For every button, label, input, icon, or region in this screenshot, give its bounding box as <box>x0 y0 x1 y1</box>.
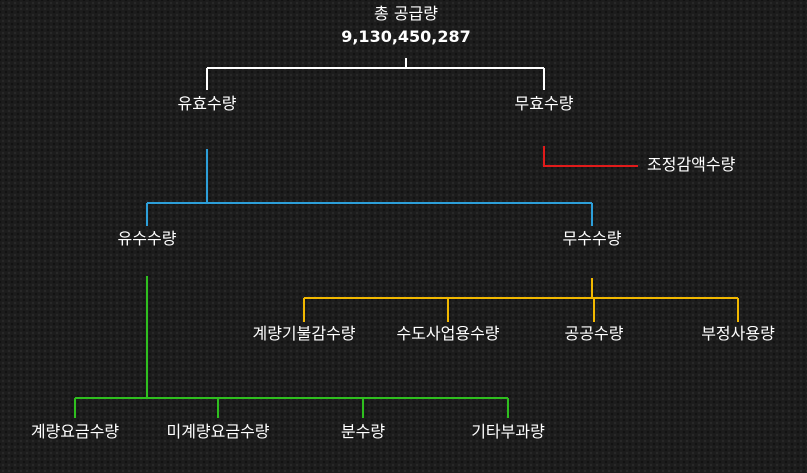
non-revenue-water-node: 무효수량 <box>514 94 574 113</box>
unbilled-item-public-use: 공공수량 <box>564 324 624 343</box>
billed-item-unmetered: 미계량요금수량 <box>166 422 270 441</box>
unbilled-item-utility-use: 수도사업용수량 <box>396 324 500 343</box>
unbilled-connector <box>303 278 739 322</box>
billed-item-fountain: 분수량 <box>340 422 386 441</box>
root-connector <box>206 58 545 90</box>
non-revenue-connector <box>543 146 638 167</box>
diagram-canvas: 총 공급량 9,130,450,287 유효수량 무효수량 조정감액수량 유수수… <box>0 0 807 473</box>
adjustment-elbow <box>543 146 638 167</box>
unbilled-water-node: 무수수량 <box>562 229 622 248</box>
root-value: 9,130,450,287 <box>341 27 471 46</box>
revenue-connector <box>146 149 593 226</box>
billed-item-other: 기타부과량 <box>471 422 545 441</box>
unbilled-item-unauthorized: 부정사용량 <box>701 324 775 343</box>
billed-water-node: 유수수량 <box>117 229 177 248</box>
root-label: 총 공급량 <box>374 4 438 23</box>
adjustment-node: 조정감액수량 <box>647 155 736 174</box>
billed-item-metered: 계량요금수량 <box>30 422 120 441</box>
unbilled-item-meter-error: 계량기불감수량 <box>252 324 356 343</box>
revenue-water-node: 유효수량 <box>177 94 237 113</box>
